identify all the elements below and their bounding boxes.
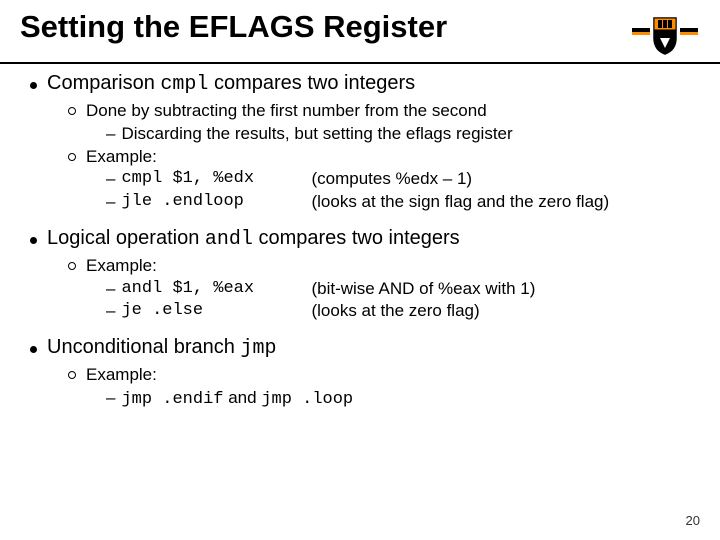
text: Example: bbox=[86, 146, 157, 168]
dash-icon: – bbox=[106, 278, 115, 300]
code-line: – jmp .endif and jmp .loop bbox=[106, 387, 700, 411]
code-line: – andl $1, %eax (bit-wise AND of %eax wi… bbox=[106, 278, 700, 300]
code: andl $1, %eax bbox=[121, 278, 311, 300]
code-andl: andl bbox=[205, 228, 253, 251]
text: Discarding the results, but setting the … bbox=[121, 123, 512, 145]
bullet-icon bbox=[68, 153, 76, 161]
description: (computes %edx – 1) bbox=[311, 168, 472, 190]
description: (looks at the sign flag and the zero fla… bbox=[311, 191, 609, 213]
dash-icon: – bbox=[106, 123, 115, 145]
bullet-unconditional: Unconditional branch jmp bbox=[30, 336, 700, 360]
code: jmp .loop bbox=[261, 390, 353, 409]
code: je .else bbox=[121, 300, 311, 322]
code-jmp: jmp bbox=[240, 337, 276, 360]
title-underline bbox=[0, 62, 720, 64]
bullet-icon bbox=[30, 346, 37, 353]
bullet-comparison: Comparison cmpl compares two integers bbox=[30, 72, 700, 96]
bullet-icon bbox=[68, 371, 76, 379]
text: Example: bbox=[86, 364, 157, 386]
slide: Setting the EFLAGS Register Comparison c… bbox=[0, 0, 720, 540]
bullet-icon bbox=[30, 82, 37, 89]
text: compares two integers bbox=[253, 227, 460, 249]
princeton-shield-logo bbox=[630, 10, 700, 56]
sub-bullet: Done by subtracting the first number fro… bbox=[68, 100, 700, 122]
text: and bbox=[224, 388, 262, 407]
text: Unconditional branch bbox=[47, 336, 240, 358]
dash-icon: – bbox=[106, 191, 115, 213]
bullet-icon bbox=[30, 237, 37, 244]
text: Example: bbox=[86, 255, 157, 277]
sub-bullet-example: Example: bbox=[68, 146, 700, 168]
sub-bullet-example: Example: bbox=[68, 364, 700, 386]
sub-sub-bullet: – Discarding the results, but setting th… bbox=[106, 123, 700, 145]
code: jmp .endif bbox=[121, 390, 223, 409]
sub-bullet-example: Example: bbox=[68, 255, 700, 277]
text: Logical operation bbox=[47, 227, 205, 249]
bullet-icon bbox=[68, 107, 76, 115]
code-line: – je .else (looks at the zero flag) bbox=[106, 300, 700, 322]
page-title: Setting the EFLAGS Register bbox=[20, 10, 620, 44]
dash-icon: – bbox=[106, 300, 115, 322]
code-line: – cmpl $1, %edx (computes %edx – 1) bbox=[106, 168, 700, 190]
code: jle .endloop bbox=[121, 191, 311, 213]
description: (looks at the zero flag) bbox=[311, 300, 479, 322]
dash-icon: – bbox=[106, 168, 115, 190]
bullet-logical: Logical operation andl compares two inte… bbox=[30, 227, 700, 251]
text: Comparison bbox=[47, 72, 160, 94]
code: cmpl $1, %edx bbox=[121, 168, 311, 190]
description: (bit-wise AND of %eax with 1) bbox=[311, 278, 535, 300]
page-number: 20 bbox=[686, 513, 700, 528]
code-cmpl: cmpl bbox=[160, 73, 208, 96]
bullet-icon bbox=[68, 262, 76, 270]
text: Done by subtracting the first number fro… bbox=[86, 100, 487, 122]
title-area: Setting the EFLAGS Register bbox=[20, 10, 700, 56]
dash-icon: – bbox=[106, 387, 115, 411]
code-line: – jle .endloop (looks at the sign flag a… bbox=[106, 191, 700, 213]
text: compares two integers bbox=[208, 72, 415, 94]
